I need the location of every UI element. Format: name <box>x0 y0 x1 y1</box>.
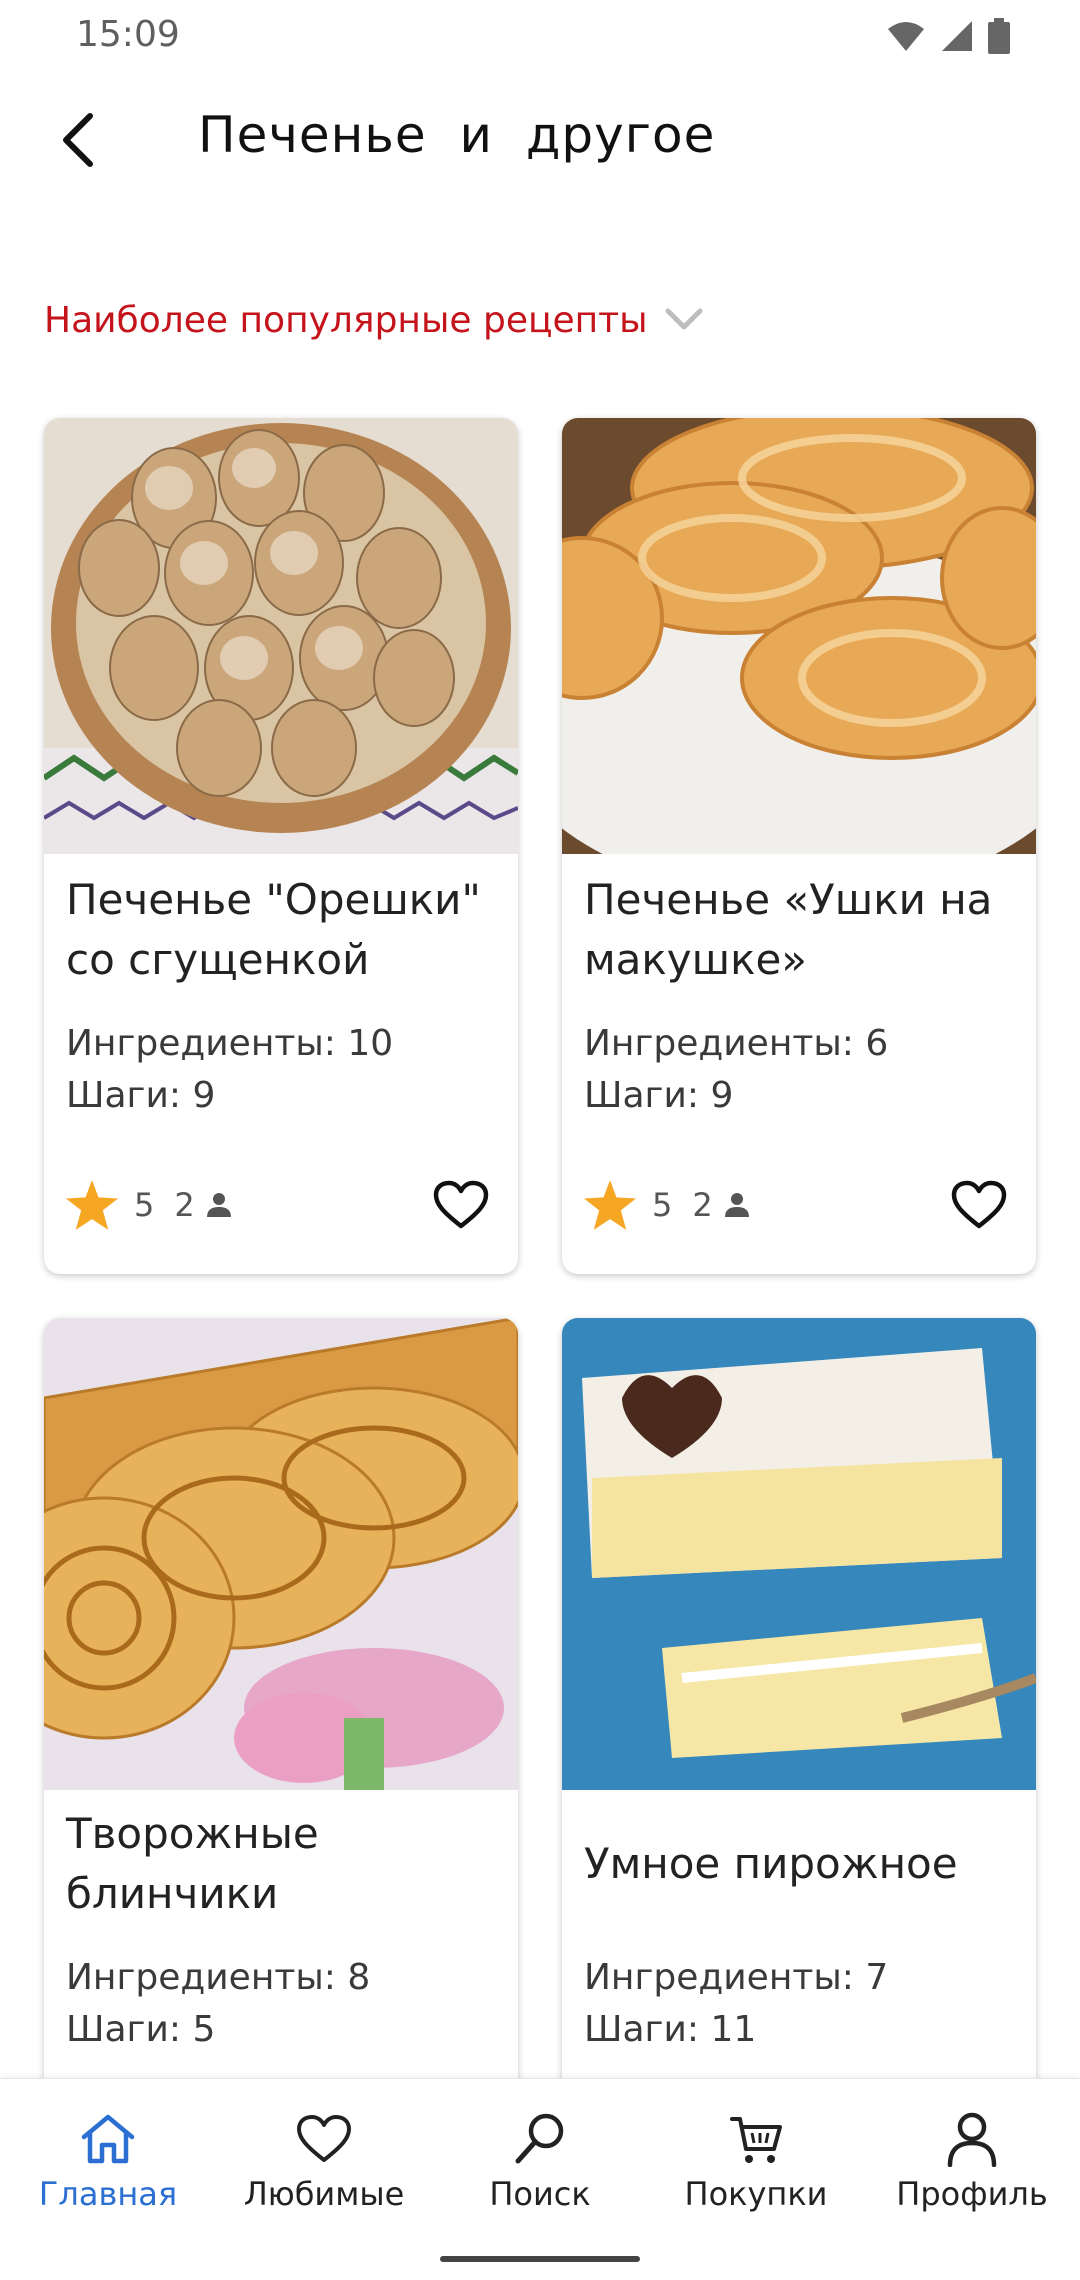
recipe-card[interactable]: Печенье «Ушки на макушке» Ингредиенты: 6… <box>562 418 1036 1274</box>
rating-value: 5 <box>134 1186 155 1224</box>
recipe-footer: 5 2 <box>66 1170 496 1240</box>
recipe-steps: Шаги: 11 <box>584 2009 757 2050</box>
nav-label: Поиск <box>489 2175 591 2213</box>
status-icons <box>886 18 1010 54</box>
sort-dropdown[interactable]: Наиболее популярные рецепты <box>44 290 706 350</box>
battery-icon <box>988 18 1010 54</box>
nav-label: Покупки <box>684 2175 828 2213</box>
signal-icon <box>940 19 974 53</box>
recipe-image <box>562 1318 1036 1790</box>
app-bar: Печенье и другое <box>0 90 1080 190</box>
reviews-count: 2 <box>174 1186 195 1224</box>
recipe-image <box>562 418 1036 854</box>
cart-icon <box>726 2109 786 2169</box>
recipe-card[interactable]: Творожные блинчики Ингредиенты: 8 Шаги: … <box>44 1318 518 2118</box>
back-button[interactable] <box>40 104 116 180</box>
nav-item-home[interactable]: Главная <box>8 2109 208 2229</box>
nav-label: Профиль <box>896 2175 1048 2213</box>
recipe-steps: Шаги: 9 <box>66 1075 216 1116</box>
screen: 15:09 Печенье и другое Наиболее популярн… <box>0 0 1080 2280</box>
rating-value: 5 <box>652 1186 673 1224</box>
heart-outline-icon <box>951 1180 1007 1229</box>
status-time: 15:09 <box>76 14 180 55</box>
recipe-title: Умное пирожное <box>584 1839 958 1888</box>
star-icon <box>66 1180 118 1230</box>
recipe-image <box>44 1318 518 1790</box>
recipe-card[interactable]: Печенье "Орешки" со сгущенкой Ингредиент… <box>44 418 518 1274</box>
recipe-steps: Шаги: 9 <box>584 1075 734 1116</box>
person-icon <box>723 1191 751 1219</box>
recipe-ingredients: Ингредиенты: 7 <box>584 1957 889 1998</box>
recipe-footer: 5 2 <box>584 1170 1014 1240</box>
nav-item-favorites[interactable]: Любимые <box>224 2109 424 2229</box>
recipe-ingredients: Ингредиенты: 10 <box>66 1023 394 1064</box>
sort-label: Наиболее популярные рецепты <box>44 299 648 341</box>
nav-item-profile[interactable]: Профиль <box>872 2109 1072 2229</box>
wifi-icon <box>886 19 926 53</box>
reviews-count: 2 <box>692 1186 713 1224</box>
heart-icon <box>294 2109 354 2169</box>
search-icon <box>510 2109 570 2169</box>
person-icon <box>205 1191 233 1219</box>
recipe-steps: Шаги: 5 <box>66 2009 216 2050</box>
recipe-title: Печенье «Ушки на макушке» <box>584 875 993 984</box>
favorite-button[interactable] <box>426 1170 496 1240</box>
status-bar: 15:09 <box>0 0 1080 70</box>
home-indicator[interactable] <box>440 2256 640 2262</box>
nav-item-purchases[interactable]: Покупки <box>656 2109 856 2229</box>
recipe-ingredients: Ингредиенты: 6 <box>584 1023 889 1064</box>
home-icon <box>78 2109 138 2169</box>
nav-label: Любимые <box>243 2175 405 2213</box>
recipe-title: Печенье "Орешки" со сгущенкой <box>66 875 481 984</box>
recipe-image <box>44 418 518 854</box>
recipe-card[interactable]: Умное пирожное Ингредиенты: 7 Шаги: 11 <box>562 1318 1036 2118</box>
nav-label: Главная <box>38 2175 178 2213</box>
profile-icon <box>942 2109 1002 2169</box>
favorite-button[interactable] <box>944 1170 1014 1240</box>
heart-outline-icon <box>433 1180 489 1229</box>
chevron-down-icon <box>662 298 706 342</box>
arrow-back-icon <box>54 110 102 174</box>
bottom-navigation: Главная Любимые Поиск Покупки Профиль <box>0 2078 1080 2280</box>
star-icon <box>584 1180 636 1230</box>
page-title: Печенье и другое <box>198 106 716 164</box>
recipe-title: Творожные блинчики <box>66 1809 319 1918</box>
recipe-ingredients: Ингредиенты: 8 <box>66 1957 371 1998</box>
nav-item-search[interactable]: Поиск <box>440 2109 640 2229</box>
